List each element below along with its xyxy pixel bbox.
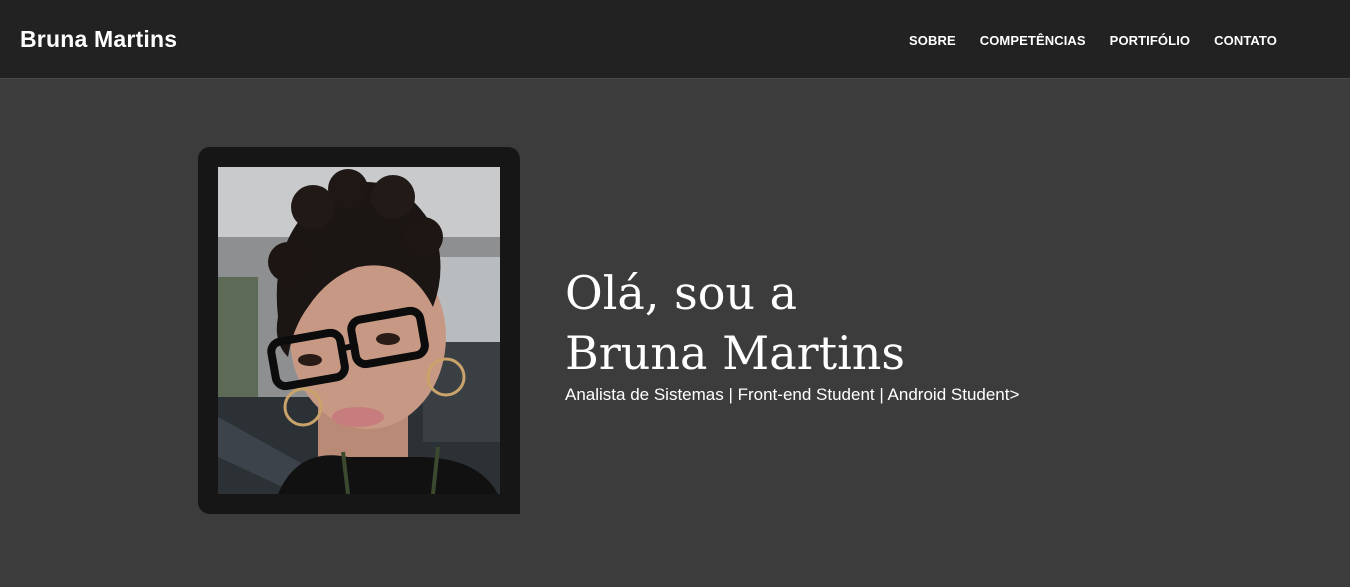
- nav-link-contato[interactable]: CONTATO: [1214, 33, 1277, 48]
- hero-headline-line2: Bruna Martins: [565, 326, 906, 380]
- hero-section: Olá, sou a Bruna Martins Analista de Sis…: [0, 79, 1350, 587]
- nav-menu: SOBRE COMPETÊNCIAS PORTIFÓLIO CONTATO: [909, 33, 1301, 48]
- hero-headline-line1: Olá, sou a: [565, 266, 798, 320]
- hero-subtitle: Analista de Sistemas | Front-end Student…: [565, 385, 1020, 404]
- profile-photo-frame: [198, 147, 520, 514]
- profile-photo: [218, 167, 500, 494]
- hero-intro: Olá, sou a Bruna Martins Analista de Sis…: [565, 263, 1019, 405]
- brand-logo[interactable]: Bruna Martins: [20, 26, 177, 53]
- navbar: Bruna Martins SOBRE COMPETÊNCIAS PORTIFÓ…: [0, 0, 1350, 79]
- hero-headline: Olá, sou a Bruna Martins: [565, 263, 1019, 383]
- nav-link-portifolio[interactable]: PORTIFÓLIO: [1110, 33, 1190, 48]
- nav-link-sobre[interactable]: SOBRE: [909, 33, 956, 48]
- nav-link-competencias[interactable]: COMPETÊNCIAS: [980, 33, 1086, 48]
